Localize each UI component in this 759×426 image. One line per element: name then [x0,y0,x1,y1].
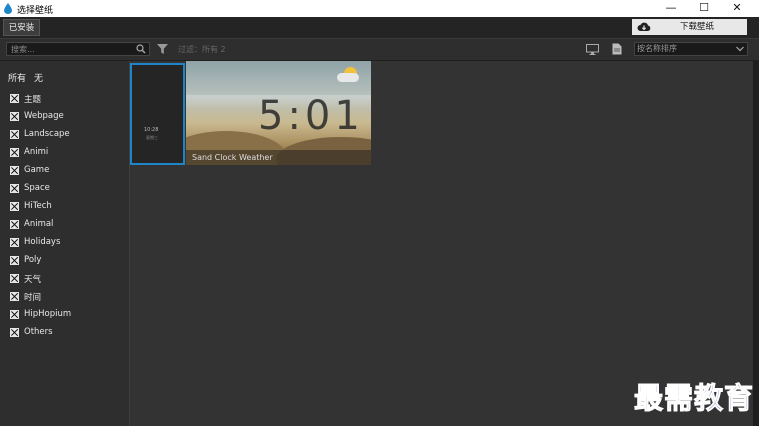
checkbox[interactable] [10,184,19,193]
close-button[interactable]: ✕ [722,0,752,17]
download-button-label: 下载壁纸 [680,22,715,32]
filter-icon[interactable] [157,44,168,54]
category-label: HipHopium [24,309,72,319]
select-row: 所有无 [8,71,51,84]
checkbox[interactable] [10,130,19,139]
select-none-link[interactable]: 无 [34,74,43,84]
tab-installed[interactable]: 已安装 [3,19,40,36]
checkbox[interactable] [10,94,19,103]
sort-dropdown-value: 按名称排序 [637,44,677,53]
chevron-down-icon [736,46,744,52]
checkbox[interactable] [10,274,19,283]
cloud-download-icon [637,22,651,31]
download-wallpaper-button[interactable]: 下载壁纸 [632,19,747,35]
right-edge-strip [753,61,759,426]
category-sidebar: 所有无 主题 Webpage Landscape Animi Game Spac… [0,61,130,426]
category-label: Animal [24,219,54,229]
document-icon[interactable] [612,43,622,55]
wallpaper-tile-selected[interactable]: 10:28 星期三 [130,63,185,165]
category-label: Holidays [24,237,61,247]
checkbox[interactable] [10,202,19,211]
minimize-button[interactable]: — [656,0,686,17]
category-label: Game [24,165,50,175]
checkbox[interactable] [10,328,19,337]
filter-status: 过滤：所有 2 [178,45,226,54]
wallpaper-title: Sand Clock Weather [192,153,273,162]
category-label: 天气 [24,275,42,285]
thumbnail-clock: 5:01 [258,93,364,139]
search-icon[interactable] [136,44,146,54]
search-input[interactable] [11,43,131,55]
watermark-logo: 最需教育 [633,381,755,416]
category-label: Animi [24,147,49,157]
wallpaper-grid: 10:28 星期三 5:01 Sand Clock Weather [130,61,753,426]
category-label: 时间 [24,293,42,303]
window-title: 选择壁纸 [17,6,54,16]
droplet-app-icon [4,3,12,14]
category-label: Landscape [24,129,70,139]
maximize-button[interactable]: ☐ [689,0,719,17]
category-label: 主题 [24,95,42,105]
toolbar: 已安装 下载壁纸 [0,17,759,39]
checkbox[interactable] [10,310,19,319]
checkbox[interactable] [10,292,19,301]
category-label: HiTech [24,201,52,211]
search-box [6,42,150,56]
title-bar: 选择壁纸 — ☐ ✕ [0,0,759,17]
checkbox[interactable] [10,112,19,121]
select-all-link[interactable]: 所有 [8,74,26,84]
checkbox[interactable] [10,256,19,265]
wallpaper-caption: Sand Clock Weather [186,150,371,165]
category-label: Others [24,327,53,337]
checkbox[interactable] [10,148,19,157]
checkbox[interactable] [10,238,19,247]
monitor-icon[interactable] [586,44,599,55]
checkbox[interactable] [10,166,19,175]
category-label: Webpage [24,111,64,121]
wallpaper-tile[interactable]: 5:01 Sand Clock Weather [186,61,371,165]
sort-dropdown[interactable]: 按名称排序 [634,42,748,56]
category-label: Space [24,183,50,193]
filter-bar: 过滤：所有 2 按名称排序 [0,39,759,61]
weather-cloud-icon [337,73,359,82]
checkbox[interactable] [10,220,19,229]
category-label: Poly [24,255,42,265]
thumbnail-subtext: 星期三 [146,135,158,140]
thumbnail-text: 10:28 [144,127,159,133]
